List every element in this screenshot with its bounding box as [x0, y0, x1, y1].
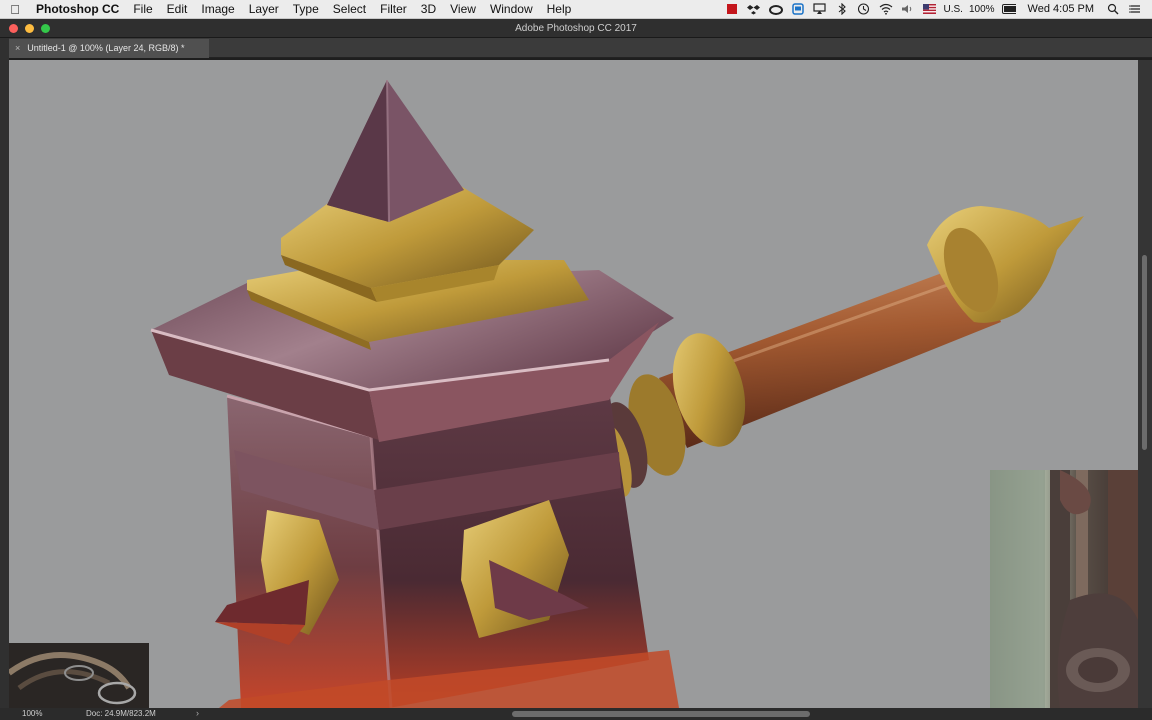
- menu-bar:  Photoshop CC File Edit Image Layer Typ…: [0, 0, 1152, 19]
- status-area: U.S. 100% Wed 4:05 PM: [721, 0, 1152, 19]
- menu-file[interactable]: File: [126, 0, 159, 19]
- vertical-scroll-thumb[interactable]: [1142, 255, 1147, 450]
- screen-sharing-icon[interactable]: [791, 3, 805, 15]
- hammer-artwork: [150, 79, 1084, 708]
- vertical-scrollbar[interactable]: [1138, 60, 1152, 708]
- close-tab-icon[interactable]: ×: [15, 43, 20, 53]
- reference-photo-right: [990, 470, 1138, 708]
- airplay-icon[interactable]: [813, 3, 827, 15]
- menu-help[interactable]: Help: [540, 0, 579, 19]
- battery-percent: 100%: [968, 3, 995, 15]
- menu-3d[interactable]: 3D: [414, 0, 443, 19]
- document-tab[interactable]: × Untitled-1 @ 100% (Layer 24, RGB/8) *: [9, 39, 209, 58]
- menu-type[interactable]: Type: [286, 0, 326, 19]
- status-bar: 100% Doc: 24.9M/823.2M ›: [0, 708, 1152, 720]
- horizontal-scroll-thumb[interactable]: [512, 711, 810, 717]
- notification-center-icon[interactable]: [1128, 3, 1142, 15]
- bluetooth-icon[interactable]: [835, 3, 849, 15]
- menu-image[interactable]: Image: [194, 0, 241, 19]
- time-machine-icon[interactable]: [857, 3, 871, 15]
- input-source-label[interactable]: U.S.: [944, 4, 963, 15]
- menu-filter[interactable]: Filter: [373, 0, 414, 19]
- document-tab-bar: × Untitled-1 @ 100% (Layer 24, RGB/8) *: [0, 38, 1152, 58]
- search-icon[interactable]: [1106, 3, 1120, 15]
- canvas[interactable]: [9, 60, 1138, 708]
- app-menu[interactable]: Photoshop CC: [30, 0, 126, 19]
- wifi-icon[interactable]: [879, 3, 893, 15]
- reference-photo-left: [9, 643, 149, 708]
- creative-cloud-icon[interactable]: [768, 3, 783, 15]
- document-size-info[interactable]: Doc: 24.9M/823.2M: [86, 709, 156, 718]
- left-panel-edge: [0, 38, 9, 720]
- menu-view[interactable]: View: [443, 0, 483, 19]
- battery-icon[interactable]: [1001, 3, 1016, 15]
- dropbox-icon[interactable]: [747, 3, 761, 15]
- menu-layer[interactable]: Layer: [242, 0, 286, 19]
- apple-menu-icon[interactable]: : [0, 2, 30, 17]
- menu-window[interactable]: Window: [483, 0, 540, 19]
- menubar-clock[interactable]: Wed 4:05 PM: [1028, 3, 1094, 15]
- menu-select[interactable]: Select: [326, 0, 373, 19]
- flag-icon[interactable]: [923, 3, 937, 15]
- volume-icon[interactable]: [901, 3, 915, 15]
- document-tab-title: Untitled-1 @ 100% (Layer 24, RGB/8) *: [27, 43, 185, 53]
- menu-edit[interactable]: Edit: [160, 0, 195, 19]
- zoom-level-field[interactable]: 100%: [22, 709, 42, 718]
- status-info-arrow-icon[interactable]: ›: [196, 708, 199, 718]
- window-titlebar[interactable]: Adobe Photoshop CC 2017: [0, 19, 1152, 38]
- adobe-icon[interactable]: [725, 3, 739, 15]
- window-title: Adobe Photoshop CC 2017: [515, 23, 637, 34]
